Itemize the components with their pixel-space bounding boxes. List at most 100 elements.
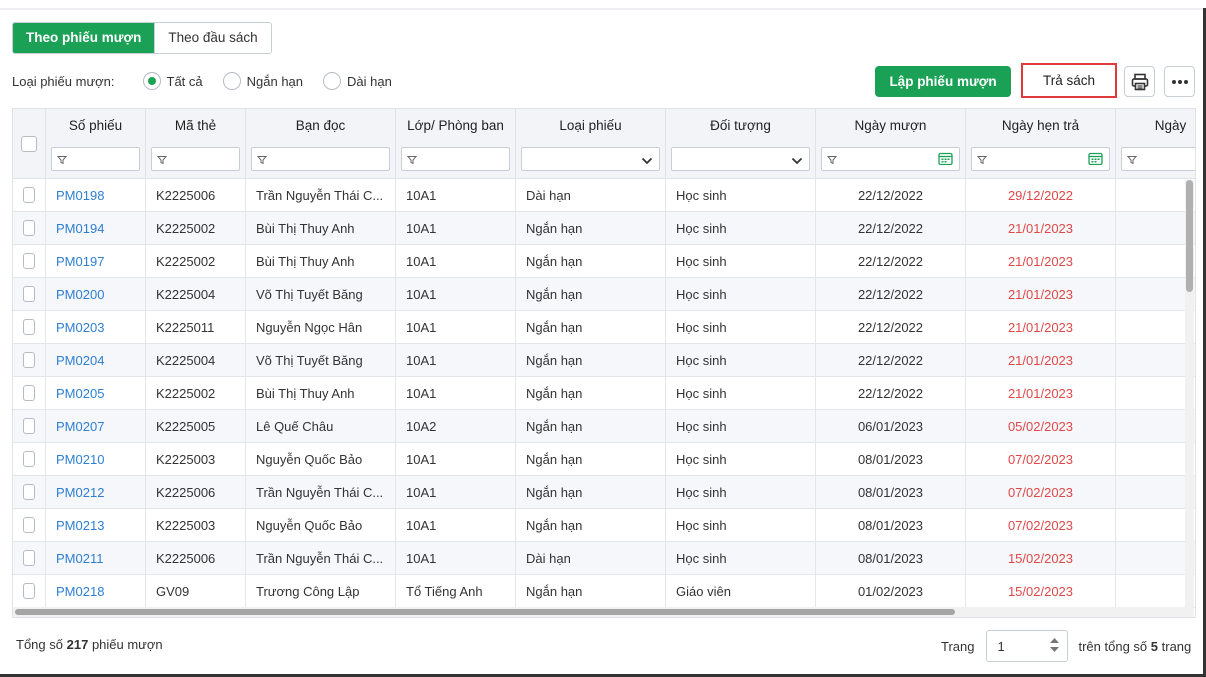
table-row[interactable]: PM0210 K2225003 Nguyễn Quốc Bảo 10A1 Ngắn hạ…	[13, 443, 1195, 476]
tab-theo-dau-sach[interactable]: Theo đầu sách	[154, 23, 271, 53]
chevron-down-icon[interactable]	[791, 157, 803, 165]
cell-so-phieu[interactable]: PM0197	[46, 245, 146, 278]
horizontal-scrollbar[interactable]	[13, 607, 1185, 617]
chevron-down-icon[interactable]	[641, 157, 653, 165]
filter-ngay-hen-tra-input[interactable]	[971, 147, 1110, 171]
row-checkbox[interactable]	[23, 418, 35, 434]
cell-so-phieu[interactable]: PM0218	[46, 575, 146, 608]
column-header-doi-tuong[interactable]: Đối tượng	[666, 109, 816, 179]
filter-ngay-muon-input[interactable]	[821, 147, 960, 171]
row-checkbox[interactable]	[23, 451, 35, 467]
return-books-button[interactable]: Trả sách	[1021, 63, 1117, 98]
table-row[interactable]: PM0198 K2225006 Trần Nguyễn Thái C... 10A1 D…	[13, 179, 1195, 212]
cell-ma-the: GV09	[146, 575, 246, 608]
create-loan-button[interactable]: Lập phiếu mượn	[875, 66, 1011, 97]
select-all-checkbox[interactable]	[21, 135, 37, 152]
table-row[interactable]: PM0213 K2225003 Nguyễn Quốc Bảo 10A1 Ngắn hạ…	[13, 509, 1195, 542]
table-row[interactable]: PM0211 K2225006 Trần Nguyễn Thái C... 10A1 D…	[13, 542, 1195, 575]
column-header-ngay-hen-tra[interactable]: Ngày hẹn trả	[966, 109, 1116, 179]
radio-circle[interactable]	[222, 72, 241, 90]
row-checkbox[interactable]	[23, 187, 35, 203]
spin-up-icon[interactable]	[1050, 638, 1060, 643]
filter-lop-input[interactable]	[401, 147, 510, 171]
column-title: Ngày	[1154, 118, 1187, 133]
filter-ngay-tra-input[interactable]	[1121, 147, 1195, 171]
cell-so-phieu[interactable]: PM0204	[46, 344, 146, 377]
cell-ma-the: K2225006	[146, 179, 246, 212]
cell-so-phieu[interactable]: PM0200	[46, 278, 146, 311]
print-button[interactable]	[1124, 66, 1155, 97]
vertical-scrollbar[interactable]	[1185, 180, 1194, 617]
table-row[interactable]: PM0205 K2225002 Bùi Thị Thuy Anh 10A1 Ngắn h…	[13, 377, 1195, 410]
table-row[interactable]: PM0203 K2225011 Nguyễn Ngọc Hân 10A1 Ngắn hạ…	[13, 311, 1195, 344]
cell-so-phieu[interactable]: PM0213	[46, 509, 146, 542]
cell-ngay-hen-tra: 21/01/2023	[966, 245, 1116, 278]
filter-icon	[156, 156, 168, 165]
cell-so-phieu[interactable]: PM0210	[46, 443, 146, 476]
calendar-icon[interactable]	[1088, 152, 1103, 166]
radio-dai-han[interactable]: Dài hạn	[323, 72, 392, 90]
page-number-input[interactable]: 1	[986, 630, 1069, 662]
row-checkbox[interactable]	[23, 286, 35, 302]
column-header-ngay-tra[interactable]: Ngày	[1116, 109, 1195, 179]
table-row[interactable]: PM0200 K2225004 Võ Thị Tuyết Băng 10A1 Ngắn …	[13, 278, 1195, 311]
filter-doi-tuong-input[interactable]	[671, 147, 810, 171]
filter-ban-doc-input[interactable]	[251, 147, 390, 171]
column-header-select[interactable]	[13, 109, 46, 179]
table-row[interactable]: PM0207 K2225005 Lê Quế Châu 10A2 Ngắn hạn Học…	[13, 410, 1195, 443]
table-row[interactable]: PM0218 GV09 Trương Công Lập Tổ Tiếng Anh Ngắ…	[13, 575, 1195, 608]
cell-ban-doc: Nguyễn Ngọc Hân	[246, 311, 396, 344]
spin-down-icon[interactable]	[1050, 647, 1060, 652]
filter-loai-phieu-input[interactable]	[521, 147, 660, 171]
row-checkbox[interactable]	[23, 220, 35, 236]
cell-lop: 10A1	[396, 542, 516, 575]
page-number-value: 1	[997, 638, 1005, 654]
calendar-icon[interactable]	[938, 152, 953, 166]
cell-so-phieu[interactable]: PM0194	[46, 212, 146, 245]
more-options-button[interactable]	[1164, 66, 1195, 97]
filter-ma-the-input[interactable]	[151, 147, 240, 171]
cell-loai-phieu: Ngắn hạn	[516, 443, 666, 476]
cell-so-phieu[interactable]: PM0207	[46, 410, 146, 443]
column-header-lop[interactable]: Lớp/ Phòng ban	[396, 109, 516, 179]
row-checkbox[interactable]	[23, 253, 35, 269]
row-checkbox[interactable]	[23, 319, 35, 335]
row-checkbox[interactable]	[23, 517, 35, 533]
page-total: 5	[1150, 638, 1158, 654]
column-header-ma-the[interactable]: Mã thẻ	[146, 109, 246, 179]
row-checkbox[interactable]	[23, 550, 35, 566]
row-checkbox[interactable]	[23, 583, 35, 599]
cell-ma-the: K2225006	[146, 542, 246, 575]
cell-so-phieu[interactable]: PM0203	[46, 311, 146, 344]
radio-circle[interactable]	[142, 72, 161, 90]
loan-table: Số phiếu Mã thẻ Bạn đọc Lớp/ Phòng ban Loại …	[12, 108, 1196, 618]
cell-doi-tuong: Học sinh	[666, 410, 816, 443]
cell-so-phieu[interactable]: PM0198	[46, 179, 146, 212]
cell-ngay-hen-tra: 21/01/2023	[966, 311, 1116, 344]
column-header-so-phieu[interactable]: Số phiếu	[46, 109, 146, 179]
row-checkbox[interactable]	[23, 484, 35, 500]
table-row[interactable]: PM0204 K2225004 Võ Thị Tuyết Băng 10A1 Ngắn …	[13, 344, 1195, 377]
cell-doi-tuong: Học sinh	[666, 278, 816, 311]
table-row[interactable]: PM0194 K2225002 Bùi Thị Thuy Anh 10A1 Ngắn h…	[13, 212, 1195, 245]
tab-theo-phieu-muon[interactable]: Theo phiếu mượn	[13, 23, 155, 53]
radio-label: Tất cả	[166, 73, 203, 89]
row-checkbox[interactable]	[23, 385, 35, 401]
loan-type-label: Loại phiếu mượn:	[12, 73, 115, 89]
radio-circle[interactable]	[323, 72, 342, 90]
scroll-thumb[interactable]	[1186, 180, 1193, 292]
filter-so-phieu-input[interactable]	[51, 147, 140, 171]
cell-so-phieu[interactable]: PM0205	[46, 377, 146, 410]
table-row[interactable]: PM0197 K2225002 Bùi Thị Thuy Anh 10A1 Ngắn h…	[13, 245, 1195, 278]
column-header-loai-phieu[interactable]: Loại phiếu	[516, 109, 666, 179]
radio-ngan-han[interactable]: Ngắn hạn	[222, 72, 303, 90]
cell-so-phieu[interactable]: PM0211	[46, 542, 146, 575]
page-spinner[interactable]	[1050, 638, 1060, 652]
column-header-ngay-muon[interactable]: Ngày mượn	[816, 109, 966, 179]
table-row[interactable]: PM0212 K2225006 Trần Nguyễn Thái C... 10A1 N…	[13, 476, 1195, 509]
column-header-ban-doc[interactable]: Bạn đọc	[246, 109, 396, 179]
cell-so-phieu[interactable]: PM0212	[46, 476, 146, 509]
scroll-thumb[interactable]	[15, 609, 955, 615]
row-checkbox[interactable]	[23, 352, 35, 368]
radio-tat-ca[interactable]: Tất cả	[142, 72, 203, 90]
